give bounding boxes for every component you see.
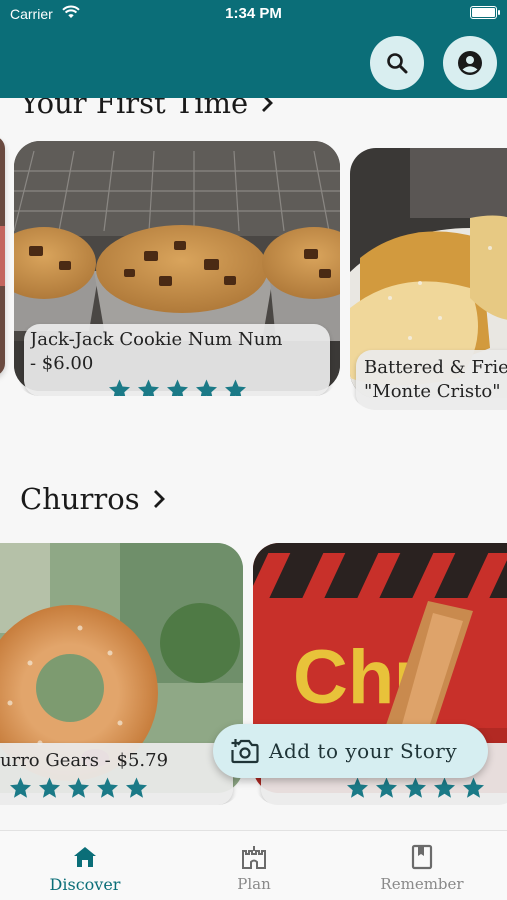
tab-label: Discover [49,875,121,894]
chevron-right-icon [262,98,274,112]
food-card-churro-gears[interactable]: urro Gears - $5.79 [0,531,243,805]
bottom-navigation: Discover Plan Remember [0,830,507,900]
star-icon [10,777,31,798]
card-title-line2: "Monte Cristo" [364,381,501,402]
tab-remember[interactable]: Remember [362,843,482,893]
food-card-partial[interactable] [0,136,5,376]
star-icon [39,777,60,798]
star-icon [376,777,397,798]
status-time: 1:34 PM [225,5,282,22]
search-button[interactable] [370,36,424,90]
star-icon [126,777,147,798]
home-icon [74,847,96,867]
section-title-text: Your First Time [20,98,249,120]
chevron-right-icon [153,490,165,508]
book-icon [411,844,433,870]
account-circle-icon [458,51,482,75]
star-icon [405,777,426,798]
discover-feed[interactable]: Your First Time Jack-Jack Cookie Num Num… [0,98,507,830]
card-title-line1: Jack-Jack Cookie Num Num [30,329,283,350]
star-icon [97,777,118,798]
star-rating [345,776,486,800]
star-icon [167,379,188,396]
star-icon [434,777,455,798]
star-icon [68,777,89,798]
tab-discover[interactable]: Discover [25,843,145,894]
add-to-story-button[interactable]: Add to your Story [213,724,488,778]
food-photo [0,136,5,376]
account-button[interactable] [443,36,497,90]
star-icon [225,379,246,396]
section-title-text: Churros [20,482,140,516]
card-title-line1: Battered & Frie [364,357,507,378]
card-title-line1: urro Gears - $5.79 [0,750,169,771]
section-title-churros[interactable]: Churros [20,482,166,516]
tab-label: Plan [237,875,271,893]
card-info-panel: urro Gears - $5.79 [0,743,233,805]
card-info-panel: Battered & Frie "Monte Cristo" [356,350,507,410]
star-icon [196,379,217,396]
tab-plan[interactable]: Plan [194,843,314,893]
card-title-line2: - $6.00 [30,353,94,374]
star-icon [138,379,159,396]
search-icon [387,53,408,74]
add-to-story-label: Add to your Story [269,739,458,763]
app-header: Carrier 1:34 PM [0,0,507,98]
castle-icon [242,846,266,869]
add-photo-icon [231,739,259,764]
battery-icon [470,6,500,19]
star-icon [463,777,484,798]
section-title-your-first-time[interactable]: Your First Time [20,98,274,120]
status-bar: Carrier 1:34 PM [0,0,507,28]
card-info-panel: Jack-Jack Cookie Num Num - $6.00 [24,324,330,396]
food-card-cookie[interactable]: Jack-Jack Cookie Num Num - $6.00 [14,136,340,396]
star-rating [107,378,248,396]
star-icon [347,777,368,798]
star-rating [8,776,149,800]
star-icon [109,379,130,396]
tab-label: Remember [380,875,464,893]
food-card-monte-cristo[interactable]: Battered & Frie "Monte Cristo" [350,136,507,410]
